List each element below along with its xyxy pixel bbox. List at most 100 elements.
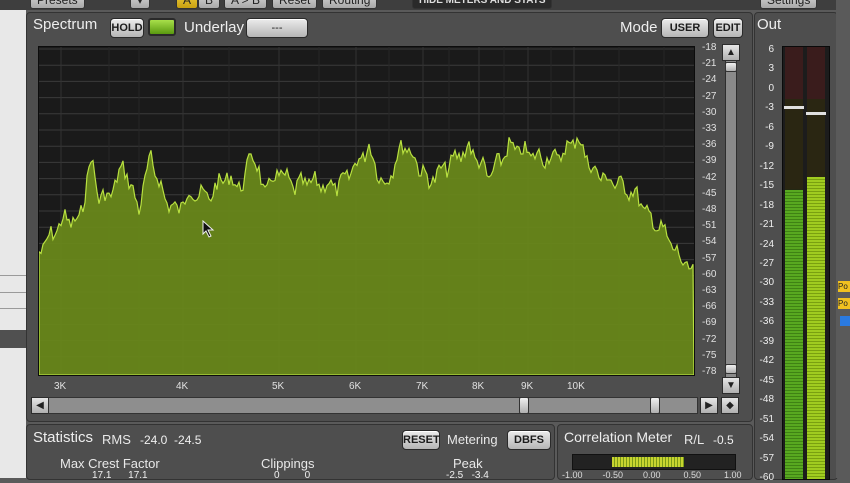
peak-label: Peak	[453, 456, 483, 471]
y-tick-label: -30	[702, 106, 717, 118]
out-scale-label: -27	[759, 258, 774, 269]
x-tick-label: 8K	[472, 381, 485, 392]
correlation-tick-label: 0.00	[643, 470, 661, 480]
spectrum-curve	[39, 136, 694, 375]
metering-label: Metering	[447, 432, 498, 447]
out-scale-label: -21	[759, 219, 774, 231]
max-crest-factor-label: Max Crest Factor	[60, 456, 160, 471]
host-tag-2: Po	[838, 298, 850, 309]
statistics-title: Statistics	[33, 429, 94, 446]
scroll-right-icon[interactable]: ▶	[700, 397, 718, 414]
scroll-up-icon[interactable]: ▲	[722, 44, 740, 61]
vertical-scroll-track[interactable]	[725, 60, 737, 378]
out-meter-right-level	[807, 177, 825, 479]
out-scale-label: -15	[759, 180, 774, 192]
out-title: Out	[757, 16, 782, 33]
mode-user-button[interactable]: USER	[661, 18, 709, 38]
mouse-cursor-icon	[202, 220, 215, 238]
spectrum-vertical-scrollbar[interactable]: ▲ ▼	[722, 44, 740, 394]
x-tick-label: 10K	[567, 381, 585, 392]
out-scale-label: -9	[765, 141, 774, 153]
correlation-meter	[572, 454, 736, 470]
presets-dropdown-icon[interactable]: ▾	[130, 0, 151, 9]
out-scale-label: -39	[759, 335, 774, 347]
vertical-scroll-thumb-bottom[interactable]	[725, 364, 737, 374]
y-tick-label: -78	[702, 366, 717, 377]
scroll-left-icon[interactable]: ◀	[31, 397, 49, 414]
vertical-scroll-thumb-top[interactable]	[725, 62, 737, 72]
spectrum-plot[interactable]	[38, 46, 695, 376]
metering-dbfs-button[interactable]: DBFS	[507, 430, 551, 450]
out-scale-label: 3	[768, 63, 774, 75]
out-scale-label: -57	[759, 452, 774, 464]
rms-values: -24.0 -24.5	[140, 433, 202, 447]
hide-meters-button[interactable]: HIDE METERS AND STATS	[412, 0, 553, 9]
correlation-title: Correlation Meter	[564, 429, 673, 445]
y-tick-label: -48	[702, 204, 717, 215]
y-tick-label: -60	[702, 268, 717, 280]
y-tick-label: -63	[702, 285, 717, 296]
zoom-reset-icon[interactable]: ◆	[721, 397, 739, 414]
max-crest-factor-values: 17.1 17.1	[92, 470, 148, 481]
out-scale-label: 6	[768, 44, 774, 55]
reset-statistics-button[interactable]: RESET	[402, 430, 440, 450]
y-tick-label: -72	[702, 333, 717, 345]
y-tick-label: -36	[702, 139, 717, 151]
out-scale-label: -6	[765, 121, 774, 133]
y-tick-label: -75	[702, 349, 717, 361]
x-tick-label: 6K	[349, 381, 362, 392]
correlation-tick-label: -1.00	[562, 470, 583, 480]
out-scale-label: -12	[759, 160, 774, 172]
a-button[interactable]: A	[176, 0, 199, 9]
out-meter-left-peak	[784, 106, 804, 110]
out-scale-label: -42	[759, 355, 774, 367]
out-scale-label: -18	[759, 199, 774, 211]
x-tick-label: 7K	[416, 381, 429, 392]
out-scale-label: -54	[759, 433, 774, 445]
spectrum-graph	[39, 47, 694, 375]
y-tick-label: -42	[702, 171, 717, 183]
hold-led-toggle[interactable]	[148, 18, 176, 36]
b-button[interactable]: B	[198, 0, 221, 9]
horizontal-scroll-thumb-right[interactable]	[650, 397, 660, 414]
clippings-label: Clippings	[261, 456, 315, 471]
routing-button[interactable]: Routing	[322, 0, 378, 9]
peak-values: -2.5 -3.4	[446, 470, 489, 481]
presets-button[interactable]: Presets	[30, 0, 85, 9]
correlation-meter-fill	[611, 457, 685, 467]
rl-value: -0.5	[713, 433, 734, 447]
correlation-tick-label: 0.50	[683, 470, 702, 480]
x-tick-label: 3K	[54, 381, 67, 392]
a-to-b-button[interactable]: A > B	[224, 0, 268, 9]
clippings-values: 0 0	[274, 470, 311, 481]
scroll-down-icon[interactable]: ▼	[722, 377, 740, 394]
out-scale-label: -48	[759, 394, 774, 406]
host-window-edge	[0, 0, 26, 478]
settings-button[interactable]: Settings	[760, 0, 818, 9]
underlay-label: Underlay	[184, 19, 245, 36]
hold-button[interactable]: HOLD	[110, 18, 144, 38]
rms-label: RMS	[102, 432, 131, 447]
y-tick-label: -51	[702, 220, 717, 232]
horizontal-scroll-thumb-left[interactable]	[519, 397, 529, 414]
mode-label: Mode	[620, 19, 658, 36]
y-tick-label: -21	[702, 58, 717, 70]
out-meter-left-channel	[785, 47, 803, 479]
edit-button[interactable]: EDIT	[713, 18, 743, 38]
out-scale-label: -24	[759, 238, 774, 250]
y-tick-label: -39	[702, 155, 717, 167]
y-tick-label: -33	[702, 123, 717, 134]
out-scale-label: 0	[768, 82, 774, 94]
out-meter	[782, 46, 830, 480]
underlay-select[interactable]: ---	[246, 18, 308, 38]
host-window-right-edge	[836, 0, 850, 478]
x-tick-label: 9K	[521, 381, 534, 392]
horizontal-scroll-track[interactable]	[48, 397, 698, 414]
reset-top-button[interactable]: Reset	[272, 0, 318, 9]
out-scale-label: -33	[759, 296, 774, 308]
y-tick-label: -27	[702, 90, 717, 102]
host-blue-marker	[840, 316, 850, 326]
out-scale-label: -51	[759, 413, 774, 425]
out-meter-left-level	[785, 190, 803, 479]
correlation-tick-label: 1.00	[724, 470, 742, 480]
